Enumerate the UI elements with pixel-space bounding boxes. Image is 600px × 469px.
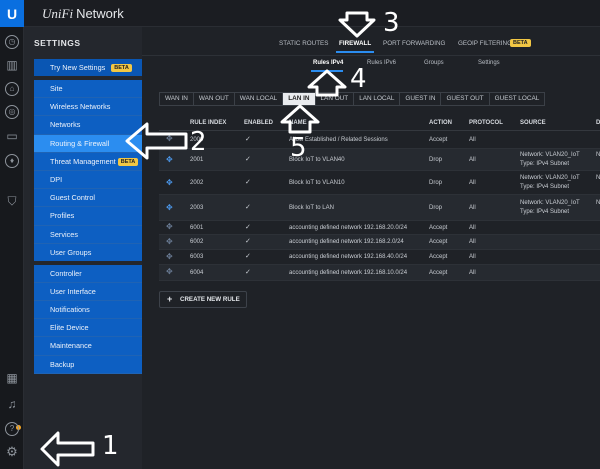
annotation-arrow-4 [307, 69, 347, 97]
annotation-arrow-3 [338, 11, 376, 38]
annotation-number-4: 4 [350, 64, 367, 94]
annotation-arrow-2 [125, 122, 188, 160]
annotation-layer [40, 11, 376, 467]
annotation-number-2: 2 [190, 127, 207, 157]
annotation-arrow-1 [40, 431, 95, 467]
annotation-number-3: 3 [383, 8, 400, 38]
annotation-arrow-5 [280, 104, 320, 134]
annotation-number-1: 1 [102, 431, 119, 461]
annotation-number-5: 5 [290, 133, 307, 163]
